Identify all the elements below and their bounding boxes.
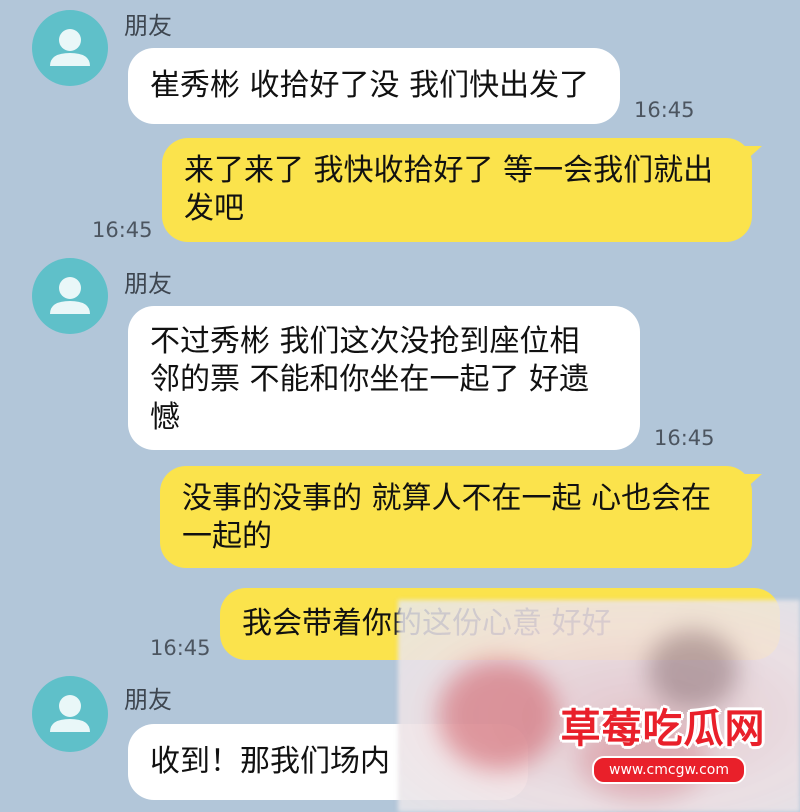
message-text: 没事的没事的 就算人不在一起 心也会在	[182, 481, 712, 516]
sender-name: 朋友	[124, 270, 172, 298]
message-text: 憾	[150, 400, 180, 435]
contact-avatar[interactable]	[32, 10, 108, 86]
message-time: 16:45	[150, 636, 211, 660]
sender-name: 朋友	[124, 686, 172, 714]
person-icon	[50, 29, 90, 66]
message-bubble-incoming[interactable]: 不过秀彬 我们这次没抢到座位相 邻的票 不能和你坐在一起了 好遗 憾	[128, 306, 640, 450]
message-text: 不过秀彬 我们这次没抢到座位相	[150, 324, 580, 359]
message-text: 崔秀彬 收拾好了没 我们快出发了	[150, 68, 590, 103]
message-bubble-outgoing[interactable]: 没事的没事的 就算人不在一起 心也会在 一起的	[160, 466, 752, 568]
message-text: 一起的	[182, 519, 272, 554]
sender-name: 朋友	[124, 12, 172, 40]
message-time: 16:45	[634, 98, 695, 122]
bubble-tail	[744, 146, 762, 162]
person-icon	[50, 277, 90, 314]
person-icon	[50, 695, 90, 732]
message-bubble-incoming[interactable]: 崔秀彬 收拾好了没 我们快出发了	[128, 48, 620, 124]
message-text: 来了来了 我快收拾好了 等一会我们就出	[184, 153, 714, 188]
watermark-url: www.cmcgw.com	[592, 756, 746, 784]
message-text: 邻的票 不能和你坐在一起了 好遗	[150, 362, 590, 397]
contact-avatar[interactable]	[32, 676, 108, 752]
bubble-tail	[744, 474, 762, 490]
message-time: 16:45	[92, 218, 153, 242]
contact-avatar[interactable]	[32, 258, 108, 334]
watermark-logo: 草莓吃瓜网 www.cmcgw.com	[548, 696, 778, 790]
watermark-title: 草莓吃瓜网	[560, 706, 766, 752]
message-time: 16:45	[654, 426, 715, 450]
message-text: 发吧	[184, 191, 244, 226]
message-bubble-outgoing[interactable]: 来了来了 我快收拾好了 等一会我们就出 发吧	[162, 138, 752, 242]
